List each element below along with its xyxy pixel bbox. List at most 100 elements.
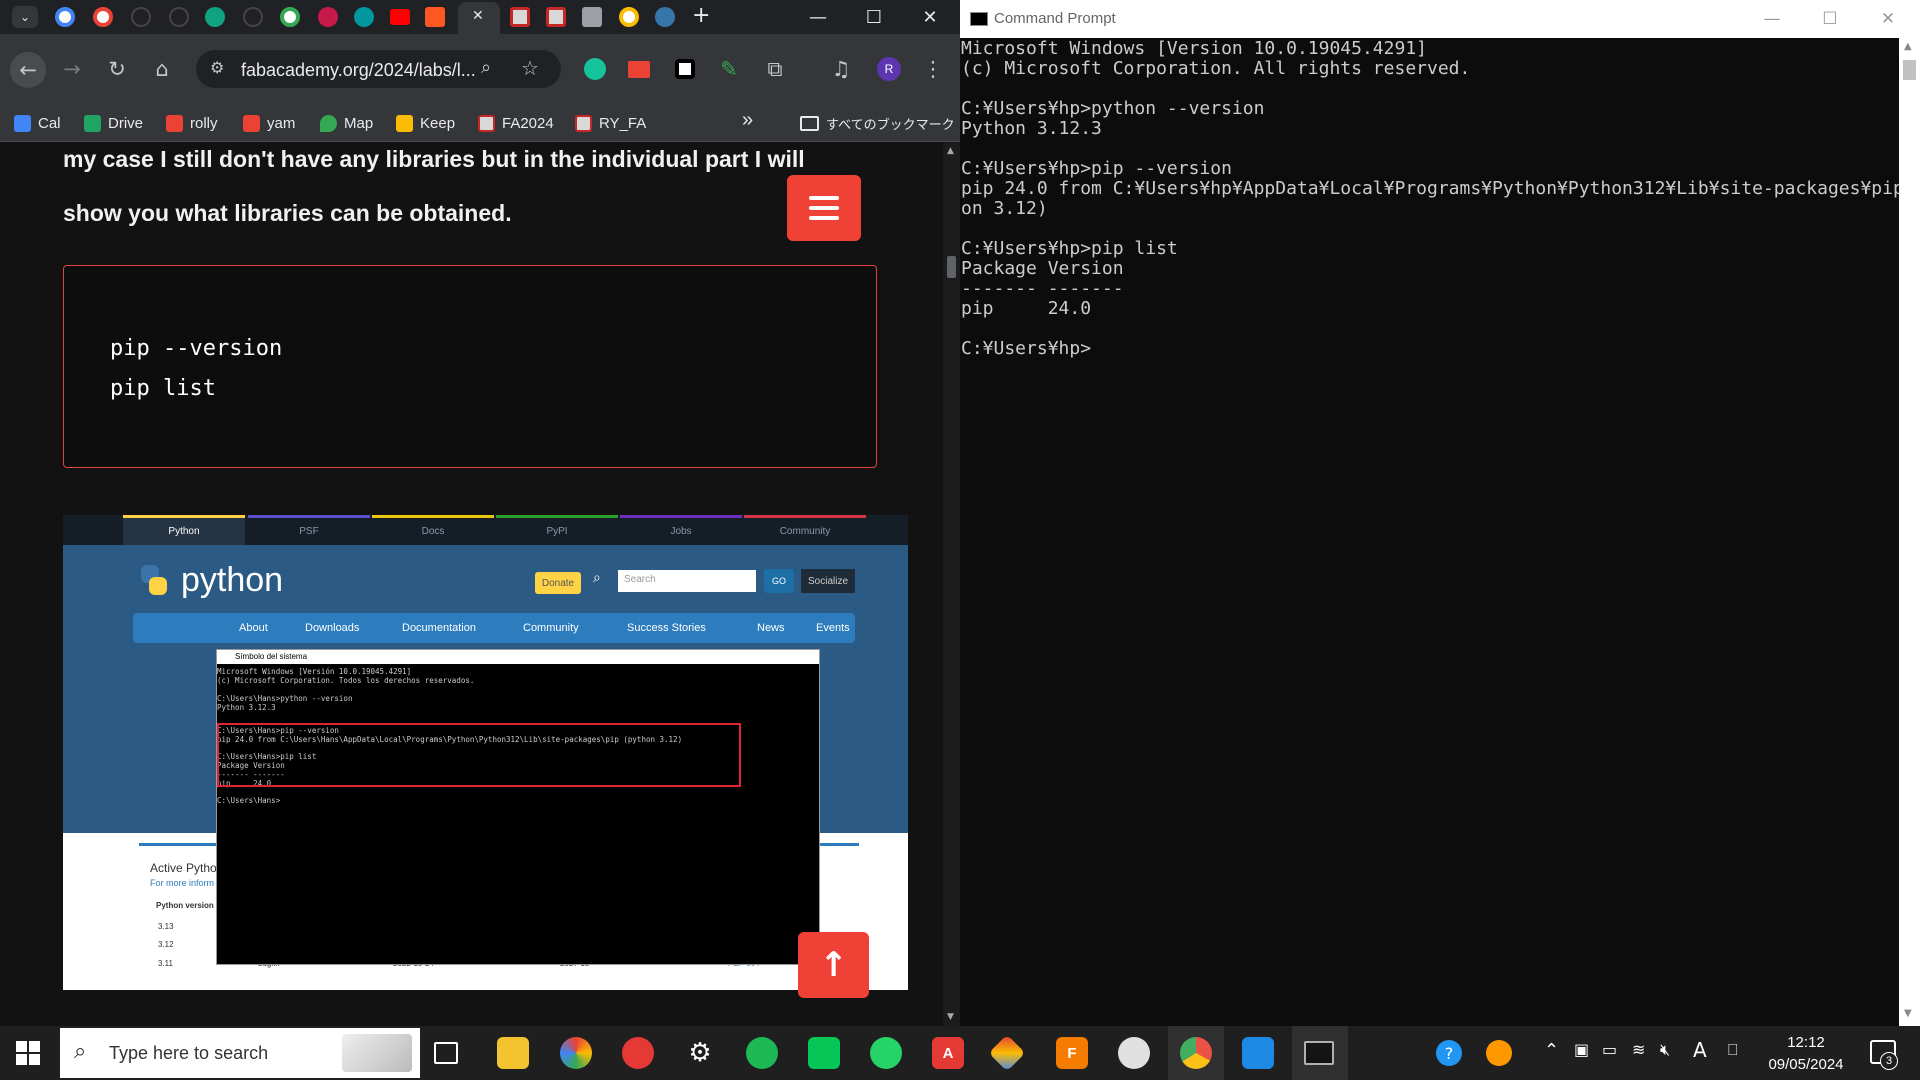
tab-google-icon[interactable] [280,7,300,27]
settings-gear-icon[interactable]: ⚙ [684,1037,716,1069]
tab-github-icon[interactable] [169,7,189,27]
scrollbar-thumb[interactable] [1903,60,1916,80]
tab-github-icon[interactable] [243,7,263,27]
close-window-icon[interactable]: ✕ [902,0,958,34]
page-scrollbar[interactable]: ▲ ▼ [943,142,960,1026]
tab-chatgpt-icon[interactable] [205,7,225,27]
cmd-line: Package Version [961,258,1124,279]
tab-search-button[interactable]: ⌄ [12,6,38,28]
profile-avatar[interactable]: R [872,52,906,86]
bookmark-star-icon[interactable]: ☆ [521,56,539,80]
line-icon[interactable] [808,1037,840,1069]
minimize-icon[interactable]: — [790,0,846,34]
vscode-icon[interactable] [1242,1037,1274,1069]
fusion360-icon[interactable]: F [1056,1037,1088,1069]
help-icon[interactable]: ? [1436,1040,1462,1066]
extensions-icon[interactable]: ⧉ [758,52,792,86]
article-paragraph-line: show you what libraries can be obtained. [63,200,512,226]
volume-muted-icon[interactable]: 🔇︎ [1660,1040,1670,1060]
bookmarks-overflow-icon[interactable]: » [742,109,753,131]
bookmark-item-yam[interactable]: yam [243,113,295,133]
bookmark-item-ry-fa[interactable]: RY_FA [575,113,646,133]
code-line: pip --version [110,336,283,361]
bookmark-item-map[interactable]: Map [320,113,373,133]
hamburger-menu-button[interactable] [787,175,861,241]
tab-google-icon[interactable] [619,7,639,27]
tab-arduino-icon[interactable] [354,7,374,27]
address-bar[interactable]: ⚙ fabacademy.org/2024/labs/l... ⌕ ☆ [196,50,561,88]
camera-icon[interactable]: ▣ [1574,1040,1589,1059]
new-tab-button[interactable]: + [692,3,710,28]
close-tab-icon[interactable]: ✕ [472,8,484,24]
clock-date[interactable]: 09/05/2024 [1762,1056,1850,1073]
chevron-up-icon[interactable]: ⌃ [1544,1040,1559,1061]
site-info-icon[interactable]: ⚙ [210,58,224,77]
tab-python-icon[interactable] [655,7,675,27]
python-donate-button: Donate [535,572,581,594]
tab-active[interactable]: ✕ [458,2,500,34]
tab-reader-icon[interactable] [582,7,602,27]
home-icon[interactable]: ⌂ [145,52,179,86]
tab-google-icon[interactable] [55,7,75,27]
map-pin-icon [320,114,337,132]
all-bookmarks-folder[interactable]: すべてのブックマーク [800,113,955,133]
scrollbar-thumb[interactable] [947,256,956,278]
dev-tool-icon[interactable] [988,1034,1026,1072]
bookmark-item-drive[interactable]: Drive [84,113,143,133]
media-control-icon[interactable]: ♫ [824,52,858,86]
browser-toolbar: ← → ↻ ⌂ ⚙ fabacademy.org/2024/labs/l... … [0,34,960,104]
bookmark-item-keep[interactable]: Keep [396,113,455,133]
close-window-icon[interactable]: ✕ [1859,0,1917,38]
voice-recorder-icon[interactable] [622,1037,654,1069]
zoom-icon[interactable]: ⌕ [481,57,491,78]
cmd-scrollbar[interactable]: ▲ ▼ [1899,38,1920,1026]
tab-fabacademy-icon[interactable] [510,7,530,27]
python-active-heading: Active Pytho [150,861,217,875]
bookmark-item-fa2024[interactable]: FA2024 [478,113,554,133]
whatsapp-icon[interactable] [870,1037,902,1069]
minimize-icon[interactable]: — [1743,0,1801,38]
tab-youtube-icon[interactable] [390,9,410,25]
command-prompt-window: Command Prompt — ☐ ✕ Microsoft Windows [… [960,0,1920,1026]
photos-icon[interactable] [560,1037,592,1069]
tab-blogger-icon[interactable] [425,7,445,27]
ime-indicator[interactable]: A [1693,1038,1707,1062]
python-top-tab: Python [123,515,245,545]
orange-app-icon[interactable] [1486,1040,1512,1066]
ime-mode-icon[interactable]: ⎕ [1728,1040,1738,1060]
forward-icon[interactable]: → [55,52,89,86]
tab-fabacademy-icon[interactable] [546,7,566,27]
battery-icon[interactable]: ▭ [1602,1040,1617,1059]
tab-google-icon[interactable] [93,7,113,27]
gmail-icon[interactable] [622,52,656,86]
pen-extension-icon[interactable]: ✎ [712,52,746,86]
back-icon[interactable]: ← [10,52,46,88]
python-top-tab: PyPI [496,515,618,545]
reload-icon[interactable]: ↻ [100,52,134,86]
python-top-tab: Jobs [620,515,742,545]
task-view-icon[interactable] [434,1042,458,1064]
maximize-icon[interactable]: ☐ [846,0,902,34]
grammarly-icon[interactable] [578,52,612,86]
tab-raspberry-icon[interactable] [318,7,338,27]
tab-github-icon[interactable] [131,7,151,27]
acrobat-icon[interactable]: A [932,1037,964,1069]
bookmark-item-cal[interactable]: Cal [14,113,61,133]
bookmark-item-rolly[interactable]: rolly [166,113,218,133]
file-explorer-icon[interactable] [497,1037,529,1069]
cmd-output[interactable]: Microsoft Windows [Version 10.0.19045.42… [961,38,1899,1026]
url-text[interactable]: fabacademy.org/2024/labs/l... [241,60,481,81]
maximize-icon[interactable]: ☐ [1801,0,1859,38]
chatgpt-extension-icon[interactable] [668,52,702,86]
wifi-icon[interactable]: ≋ [1632,1040,1645,1059]
python-search-input: Search [618,570,756,592]
python-logo-text: python [181,561,284,599]
windows-start-icon[interactable] [14,1039,42,1067]
paint-app-icon[interactable] [1118,1037,1150,1069]
taskbar-search-input[interactable]: ⌕ Type here to search [60,1028,420,1078]
scroll-to-top-button[interactable]: ↑ [798,932,869,998]
clock-time[interactable]: 12:12 [1776,1034,1836,1051]
python-version-cell: 3.13 [158,922,174,931]
menu-kebab-icon[interactable]: ⋮ [916,52,950,86]
spotify-icon[interactable] [746,1037,778,1069]
